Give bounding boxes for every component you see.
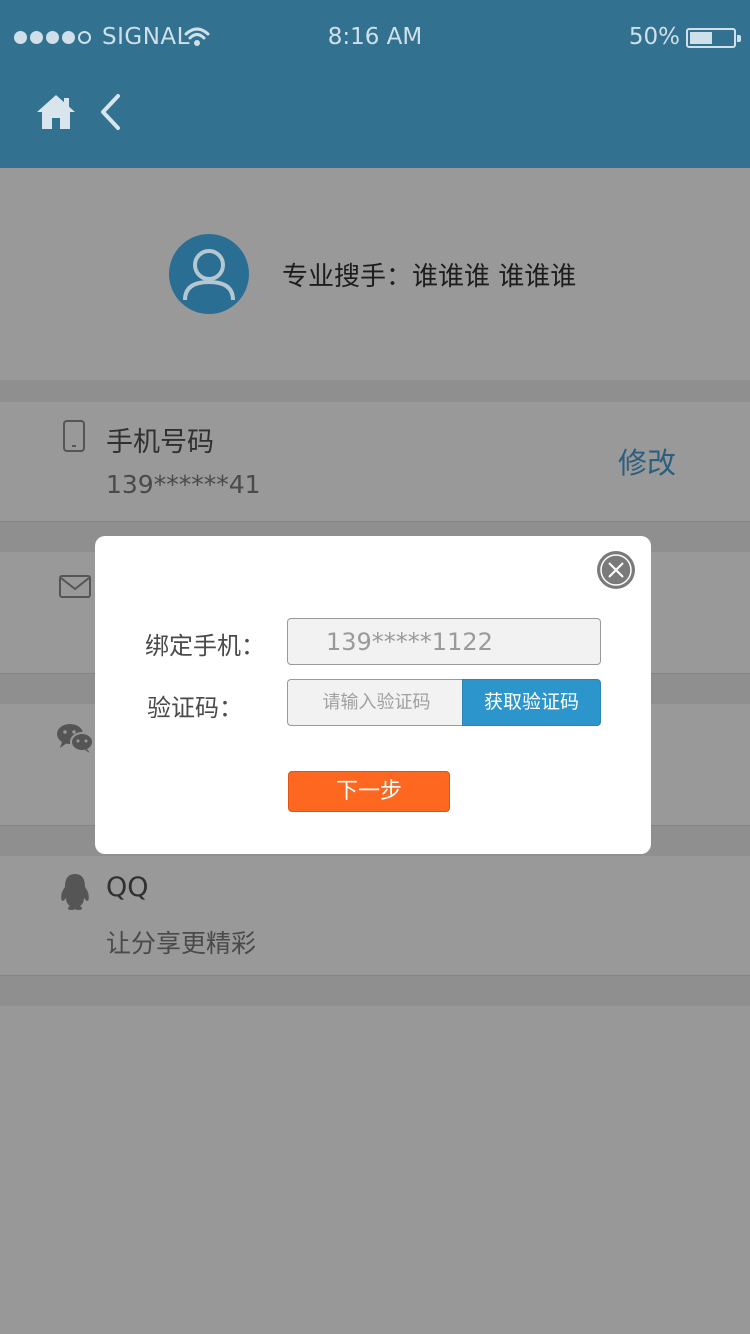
profile-name: 专业搜手：谁谁谁 谁谁谁 [282,262,577,292]
phone-row-title: 手机号码 [106,427,214,458]
qq-row-title: QQ [106,872,149,903]
section-gap [0,380,750,402]
mobile-phone-icon [63,420,85,452]
qq-penguin-icon [61,874,89,910]
profile-header: 专业搜手：谁谁谁 谁谁谁 [0,168,750,380]
modify-phone-link[interactable]: 修改 [618,440,676,482]
user-icon [183,249,235,301]
verification-code-label: 验证码： [147,694,243,722]
qq-row-subtitle: 让分享更精彩 [106,929,257,958]
chevron-left-icon[interactable] [96,92,124,132]
bind-phone-input[interactable] [287,618,601,665]
verification-code-input[interactable] [287,679,465,726]
close-button[interactable] [597,551,635,589]
battery-icon [686,28,741,48]
qq-row[interactable]: QQ 让分享更精彩 [0,856,750,976]
battery-percent: 50% [628,24,680,50]
phone-row: 手机号码 139******41 修改 [0,402,750,522]
bind-phone-dialog: 绑定手机： 验证码： 获取验证码 下一步 [95,536,651,854]
phone-number-value: 139******41 [106,470,261,499]
battery-fill [690,32,712,44]
section-gap [0,976,750,1006]
bind-phone-label: 绑定手机： [145,632,265,660]
avatar[interactable] [169,234,249,314]
top-bar: SIGNAL 8:16 AM 50% [0,0,750,168]
get-code-button[interactable]: 获取验证码 [462,679,601,726]
close-icon [600,554,632,586]
status-bar: SIGNAL 8:16 AM 50% [0,0,750,76]
mail-icon [59,575,91,598]
next-step-button[interactable]: 下一步 [288,771,450,812]
wechat-icon [57,724,94,753]
home-icon[interactable] [34,92,78,132]
